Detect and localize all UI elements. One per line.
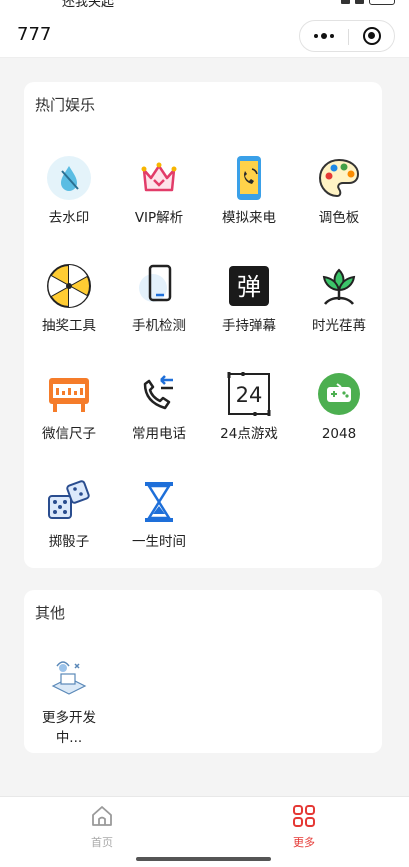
- grid-item-common-phone[interactable]: 常用电话: [114, 372, 204, 462]
- lottery-wheel-icon: [47, 264, 91, 308]
- battery-icon: [369, 0, 395, 5]
- grid-item-fake-call[interactable]: 模拟来电: [204, 156, 294, 246]
- water-drop-icon: [47, 156, 91, 200]
- phone-call-icon: [237, 156, 261, 200]
- tab-label: 更多: [293, 836, 315, 849]
- grid-item-palette[interactable]: 调色板: [294, 156, 384, 246]
- grid-item-danmaku[interactable]: 弹 手持弹幕: [204, 264, 294, 354]
- status-icons: [341, 0, 395, 5]
- grid-item-24-game[interactable]: 24 24点游戏: [204, 372, 294, 462]
- sprout-icon: [322, 268, 356, 305]
- ruler-icon: [49, 378, 89, 412]
- section-hot-entertainment: 热门娱乐 去水印 VIP解析 模拟来电 调色板 抽奖工具 手机检测 弹 手持弹幕…: [24, 82, 382, 568]
- section-title: 热门娱乐: [35, 96, 96, 114]
- page-title: 777: [17, 24, 52, 45]
- crown-icon: [141, 162, 177, 192]
- development-icon: [51, 661, 87, 695]
- grid-item-phone-check[interactable]: 手机检测: [114, 264, 204, 354]
- mini-program-capsule: [299, 20, 395, 52]
- grid-item-dice[interactable]: 掷骰子: [24, 480, 114, 570]
- grid-item-ruler[interactable]: 微信尺子: [24, 372, 114, 462]
- grid-item-label: 手机检测: [132, 318, 186, 334]
- grid-icon: [293, 805, 315, 827]
- home-indicator[interactable]: [136, 857, 271, 861]
- signal-icon: [341, 0, 350, 4]
- grid-item-time-flies[interactable]: 时光荏苒: [294, 264, 384, 354]
- grid-item-label: 调色板: [318, 210, 360, 226]
- grid-item-2048[interactable]: 2048: [294, 372, 384, 462]
- game-number: 24: [236, 383, 263, 407]
- nav-bar: 777: [0, 12, 409, 58]
- wifi-icon: [355, 0, 364, 4]
- grid-item-lifetime[interactable]: 一生时间: [114, 480, 204, 570]
- hourglass-icon: [145, 482, 173, 522]
- grid-item-label: 掷骰子: [48, 534, 90, 550]
- close-button[interactable]: [363, 27, 381, 45]
- grid-item-label: 2048: [321, 426, 357, 442]
- grid-item-lottery[interactable]: 抽奖工具: [24, 264, 114, 354]
- grid-item-vip[interactable]: VIP解析: [114, 156, 204, 246]
- tab-home[interactable]: 首页: [72, 805, 132, 849]
- section-title: 其他: [35, 604, 66, 622]
- grid-item-label: 常用电话: [132, 426, 186, 442]
- tab-more[interactable]: 更多: [274, 805, 334, 849]
- home-icon: [92, 806, 112, 826]
- palette-icon: [318, 158, 360, 198]
- grid-item-label: 微信尺子: [42, 426, 96, 442]
- section-other: 其他 更多开发中...: [24, 590, 382, 753]
- danmaku-glyph: 弹: [237, 273, 261, 301]
- grid-item-label: 手持弹幕: [222, 318, 276, 334]
- grid-item-label: 更多开发中...: [42, 710, 96, 746]
- grid-item-label: 24点游戏: [220, 426, 278, 442]
- grid-item-in-development[interactable]: 更多开发中...: [24, 656, 114, 746]
- grid-item-label: 去水印: [48, 210, 90, 226]
- tab-label: 首页: [91, 836, 113, 849]
- incoming-call-icon: [143, 375, 173, 410]
- grid-item-watermark[interactable]: 去水印: [24, 156, 114, 246]
- status-bar: 还我关起: [0, 0, 409, 12]
- game-console-icon: [318, 373, 360, 415]
- grid-item-label: VIP解析: [134, 210, 184, 226]
- danmaku-icon: 弹: [229, 266, 269, 306]
- phone-check-icon: [139, 264, 172, 302]
- grid-item-label: 时光荏苒: [312, 318, 366, 334]
- twenty-four-game-icon: 24: [227, 372, 271, 416]
- grid-item-label: 模拟来电: [222, 210, 276, 226]
- grid-item-label: 一生时间: [132, 534, 186, 550]
- more-options-button[interactable]: [300, 21, 348, 51]
- status-text: 还我关起: [62, 0, 115, 10]
- grid-item-label: 抽奖工具: [42, 318, 96, 334]
- dice-icon: [48, 480, 90, 519]
- capsule-divider: [348, 29, 349, 45]
